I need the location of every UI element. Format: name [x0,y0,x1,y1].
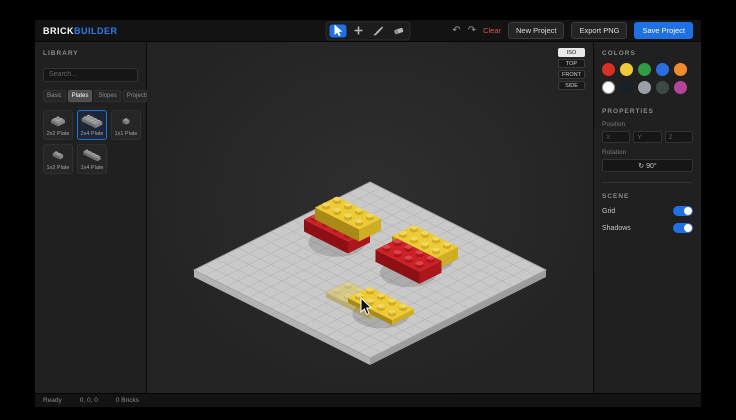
status-brick-count: 0 Bricks [116,397,139,404]
library-item-label: 1x4 Plate [81,165,104,171]
position-label: Position [602,121,693,128]
color-swatch-white[interactable] [602,81,615,94]
rotate-90-button[interactable]: ↻ 90° [602,159,693,172]
library-item-1x2-plate[interactable]: 1x2 Plate [43,144,73,174]
library-item-label: 1x1 Plate [115,131,138,137]
main-area: LIBRARY BasicPlatesSlopesProjects 2x2 Pl… [35,42,701,393]
toggle-label: Shadows [602,225,631,232]
redo-icon[interactable]: ↷ [468,26,476,36]
brick-thumbnail-icon [79,114,105,129]
library-grid: 2x2 Plate 2x4 Plate 1x1 Plate 1x2 Plate 1x4 … [43,110,138,174]
color-swatch-gray[interactable] [638,81,651,94]
divider [602,182,693,183]
scene-title: SCENE [602,193,693,200]
shadows-toggle[interactable] [673,223,693,233]
view-button-iso[interactable]: ISO [558,48,585,57]
library-panel: LIBRARY BasicPlatesSlopesProjects 2x2 Pl… [35,42,147,393]
tool-group [326,21,411,40]
search-box [43,63,138,82]
viewport-3d[interactable]: ISO TOP FRONT SIDE [147,42,593,393]
select-tool-button[interactable] [330,24,347,37]
status-ready: Ready [43,397,62,404]
library-tab-basic[interactable]: Basic [43,90,66,102]
brick-thumbnail-icon [113,114,139,129]
color-swatch-blue[interactable] [656,63,669,76]
grid-toggle[interactable] [673,206,693,216]
paint-tool-button[interactable] [370,24,387,37]
color-swatches [602,63,693,94]
eraser-icon [392,26,404,36]
toolbar-right-group: ↶ ↷ Clear New Project Export PNG Save Pr… [452,22,693,39]
color-swatch-yellow[interactable] [620,63,633,76]
library-title: LIBRARY [43,50,138,57]
library-item-label: 1x2 Plate [47,165,70,171]
brick-thumbnail-icon [45,114,71,129]
position-fields [602,131,693,143]
color-swatch-black[interactable] [620,81,633,94]
view-buttons: ISO TOP FRONT SIDE [558,48,585,90]
library-item-label: 2x2 Plate [47,131,70,137]
new-project-button[interactable]: New Project [508,22,564,39]
erase-tool-button[interactable] [390,24,407,37]
brand-brick: BRICK [43,26,74,36]
colors-title: COLORS [602,50,693,57]
view-button-top[interactable]: TOP [558,59,585,68]
export-png-button[interactable]: Export PNG [571,22,627,39]
status-bar: Ready 0, 0, 0 0 Bricks [35,393,701,407]
add-tool-button[interactable] [350,24,367,37]
search-input[interactable] [43,68,138,82]
app-logo: BRICKBUILDER [43,26,118,36]
viewport-canvas[interactable] [147,42,593,393]
library-item-2x2-plate[interactable]: 2x2 Plate [43,110,73,140]
top-toolbar: BRICKBUILDER ↶ ↷ Clear New Project Expor… [35,20,701,42]
library-tabs: BasicPlatesSlopesProjects [43,90,138,102]
properties-title: PROPERTIES [602,108,693,115]
color-swatch-green[interactable] [638,63,651,76]
app-window: BRICKBUILDER ↶ ↷ Clear New Project Expor… [35,20,701,407]
properties-panel: COLORS PROPERTIES Position Rotation ↻ 90… [593,42,701,393]
toggle-label: Grid [602,208,615,215]
scene-toggles: Grid Shadows [602,206,693,233]
position-y-field[interactable] [633,131,661,143]
library-item-label: 2x4 Plate [81,131,104,137]
brick-thumbnail-icon [45,148,71,163]
status-coordinates: 0, 0, 0 [80,397,98,404]
cursor-icon [333,25,343,37]
undo-icon[interactable]: ↶ [452,26,460,36]
library-tab-slopes[interactable]: Slopes [94,90,120,102]
position-x-field[interactable] [602,131,630,143]
library-item-1x1-plate[interactable]: 1x1 Plate [111,110,141,140]
clear-button[interactable]: Clear [483,26,501,35]
rotation-label: Rotation [602,149,693,156]
brush-icon [373,25,384,36]
view-button-front[interactable]: FRONT [558,70,585,79]
position-z-field[interactable] [665,131,693,143]
view-button-side[interactable]: SIDE [558,81,585,90]
library-item-1x4-plate[interactable]: 1x4 Plate [77,144,107,174]
brick-thumbnail-icon [79,148,105,163]
library-tab-plates[interactable]: Plates [68,90,93,102]
toggle-row-shadows: Shadows [602,223,693,233]
toggle-row-grid: Grid [602,206,693,216]
color-swatch-red[interactable] [602,63,615,76]
plus-icon [353,26,363,36]
color-swatch-orange[interactable] [674,63,687,76]
save-project-button[interactable]: Save Project [634,22,693,39]
color-swatch-dark-gray[interactable] [656,81,669,94]
color-swatch-magenta[interactable] [674,81,687,94]
brand-builder: BUILDER [74,26,118,36]
library-item-2x4-plate[interactable]: 2x4 Plate [77,110,107,140]
